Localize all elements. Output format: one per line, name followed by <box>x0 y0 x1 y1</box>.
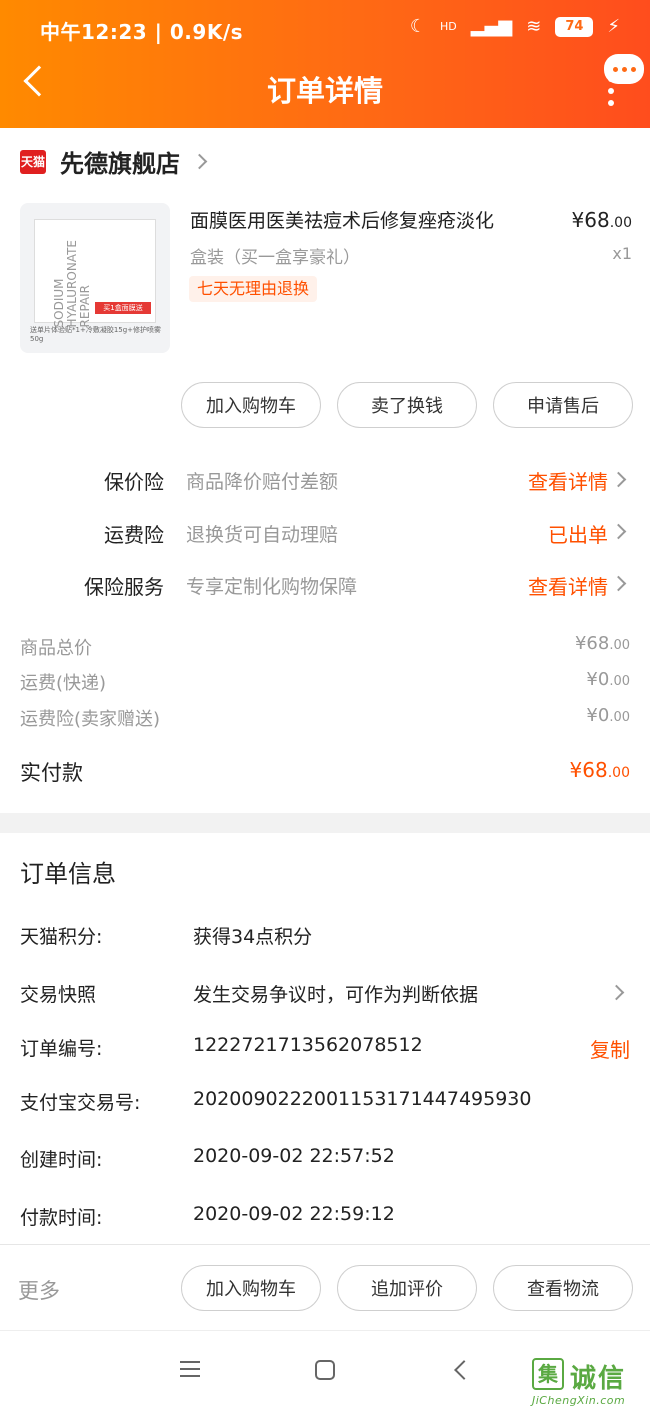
alipay-number-label: 支付宝交易号: <box>20 1092 141 1114</box>
view-logistics-button[interactable]: 查看物流 <box>493 1265 633 1311</box>
created-time-value: 2020-09-02 22:57:52 <box>193 1145 395 1167</box>
amount-int: ¥68 <box>569 758 608 782</box>
amount-dec: .00 <box>609 638 630 653</box>
moon-icon: ☾ <box>409 16 426 37</box>
after-sale-button[interactable]: 申请售后 <box>493 382 633 428</box>
shipping-insurance-label: 运费险(卖家赠送) <box>20 709 161 730</box>
chevron-right-icon <box>608 984 625 1001</box>
wifi-icon: ≋ <box>526 16 542 37</box>
insurance-desc: 退换货可自动理赔 <box>186 524 339 546</box>
insurance-desc: 商品降价赔付差额 <box>186 471 339 493</box>
section-divider <box>0 813 650 833</box>
price-dec: .00 <box>609 215 632 231</box>
order-number-label: 订单编号: <box>20 1038 103 1060</box>
subtotal-amount: ¥68.00 <box>575 633 630 654</box>
subtotal-label: 商品总价 <box>20 638 92 659</box>
chevron-right-icon <box>610 575 627 592</box>
status-icons: ☾ HD ▂▄▆ ≋ 74 ⚡ <box>410 16 620 37</box>
order-number-value: 1222721713562078512 <box>193 1034 423 1056</box>
watermark-logo: 集 诚信 JiChengXin.com <box>532 1358 644 1407</box>
menu-icon[interactable] <box>180 1361 200 1382</box>
paid-time-label: 付款时间: <box>20 1207 103 1229</box>
watermark-url: JiChengXin.com <box>532 1394 626 1407</box>
product-box-image: SODIUM HYALURONATE REPAIR 买1盒面膜送 <box>34 219 156 327</box>
amount-int: ¥0 <box>586 669 610 690</box>
chevron-right-icon <box>610 523 627 540</box>
amount-int: ¥68 <box>574 633 610 654</box>
battery-icon: 74 <box>555 16 594 37</box>
insurance-label: 保价险 <box>104 470 164 494</box>
home-icon[interactable] <box>315 1360 335 1380</box>
return-policy-badge: 七天无理由退换 <box>189 276 318 302</box>
charging-icon: ⚡ <box>607 16 620 37</box>
view-details-link[interactable]: 查看详情 <box>528 571 608 600</box>
product-image-tag: 买1盒面膜送 <box>95 302 151 314</box>
back-icon[interactable] <box>454 1360 474 1380</box>
resell-button[interactable]: 卖了换钱 <box>337 382 477 428</box>
insurance-desc: 专享定制化购物保障 <box>186 576 358 598</box>
points-value: 获得34点积分 <box>193 926 313 948</box>
paid-label: 实付款 <box>20 761 83 785</box>
chevron-right-icon <box>191 153 208 170</box>
view-details-link[interactable]: 查看详情 <box>528 466 608 495</box>
amount-dec: .00 <box>609 674 630 689</box>
product-sku: 盒装（买一盒享豪礼） <box>190 248 360 268</box>
snapshot-label: 交易快照 <box>20 984 97 1006</box>
product-image[interactable]: SODIUM HYALURONATE REPAIR 买1盒面膜送 送单片体验贴*… <box>20 203 170 353</box>
created-time-label: 创建时间: <box>20 1149 103 1171</box>
issued-link[interactable]: 已出单 <box>548 519 608 548</box>
shipping-label: 运费(快递) <box>20 673 107 694</box>
order-info-title: 订单信息 <box>20 860 116 888</box>
more-options-icon[interactable] <box>608 76 614 112</box>
alipay-number-value: 2020090222001153171447495930 <box>193 1088 532 1110</box>
insurance-label: 运费险 <box>104 523 164 547</box>
tmall-icon: 天猫 <box>20 149 46 174</box>
add-review-button[interactable]: 追加评价 <box>337 1265 477 1311</box>
shop-row[interactable]: 天猫 先德旗舰店 <box>20 144 208 179</box>
insurance-label: 保险服务 <box>84 575 164 599</box>
shipping-amount: ¥0.00 <box>586 669 630 690</box>
more-button[interactable]: 更多 <box>18 1275 60 1305</box>
status-time: 中午12:23 | 0.9K/s <box>40 20 244 44</box>
product-price: ¥68.00 <box>572 208 632 232</box>
product-image-caption: 送单片体验贴*1+冷敷凝胶15g+修护喷雾50g <box>30 326 162 343</box>
chevron-right-icon <box>610 471 627 488</box>
product-title[interactable]: 面膜医用医美祛痘术后修复痤疮淡化 <box>190 206 494 233</box>
watermark-char: 集 <box>532 1358 564 1390</box>
page-title: 订单详情 <box>266 74 383 108</box>
add-to-cart-button[interactable]: 加入购物车 <box>181 382 321 428</box>
snapshot-value: 发生交易争议时，可作为判断依据 <box>193 984 479 1006</box>
price-int: ¥68 <box>571 208 610 232</box>
amount-int: ¥0 <box>586 705 610 726</box>
header: 中午12:23 | 0.9K/s ☾ HD ▂▄▆ ≋ 74 ⚡ 订单详情 <box>0 0 650 128</box>
paid-amount: ¥68.00 <box>570 758 630 782</box>
order-detail-page: 中午12:23 | 0.9K/s ☾ HD ▂▄▆ ≋ 74 ⚡ 订单详情 天猫… <box>0 0 650 1408</box>
product-image-text: SODIUM HYALURONATE REPAIR <box>52 240 92 328</box>
amount-dec: .00 <box>609 710 630 725</box>
network-label: HD <box>439 20 457 33</box>
signal-icon: ▂▄▆ <box>470 16 513 37</box>
shop-name: 先德旗舰店 <box>60 150 180 178</box>
paid-time-value: 2020-09-02 22:59:12 <box>193 1203 395 1225</box>
points-label: 天猫积分: <box>20 926 103 948</box>
shipping-insurance-amount: ¥0.00 <box>586 705 630 726</box>
copy-button[interactable]: 复制 <box>590 1034 630 1063</box>
add-to-cart-button[interactable]: 加入购物车 <box>181 1265 321 1311</box>
amount-dec: .00 <box>607 765 630 781</box>
product-quantity: x1 <box>612 244 632 263</box>
bottom-bar-divider <box>0 1244 650 1245</box>
watermark-text: 诚信 <box>570 1364 627 1394</box>
